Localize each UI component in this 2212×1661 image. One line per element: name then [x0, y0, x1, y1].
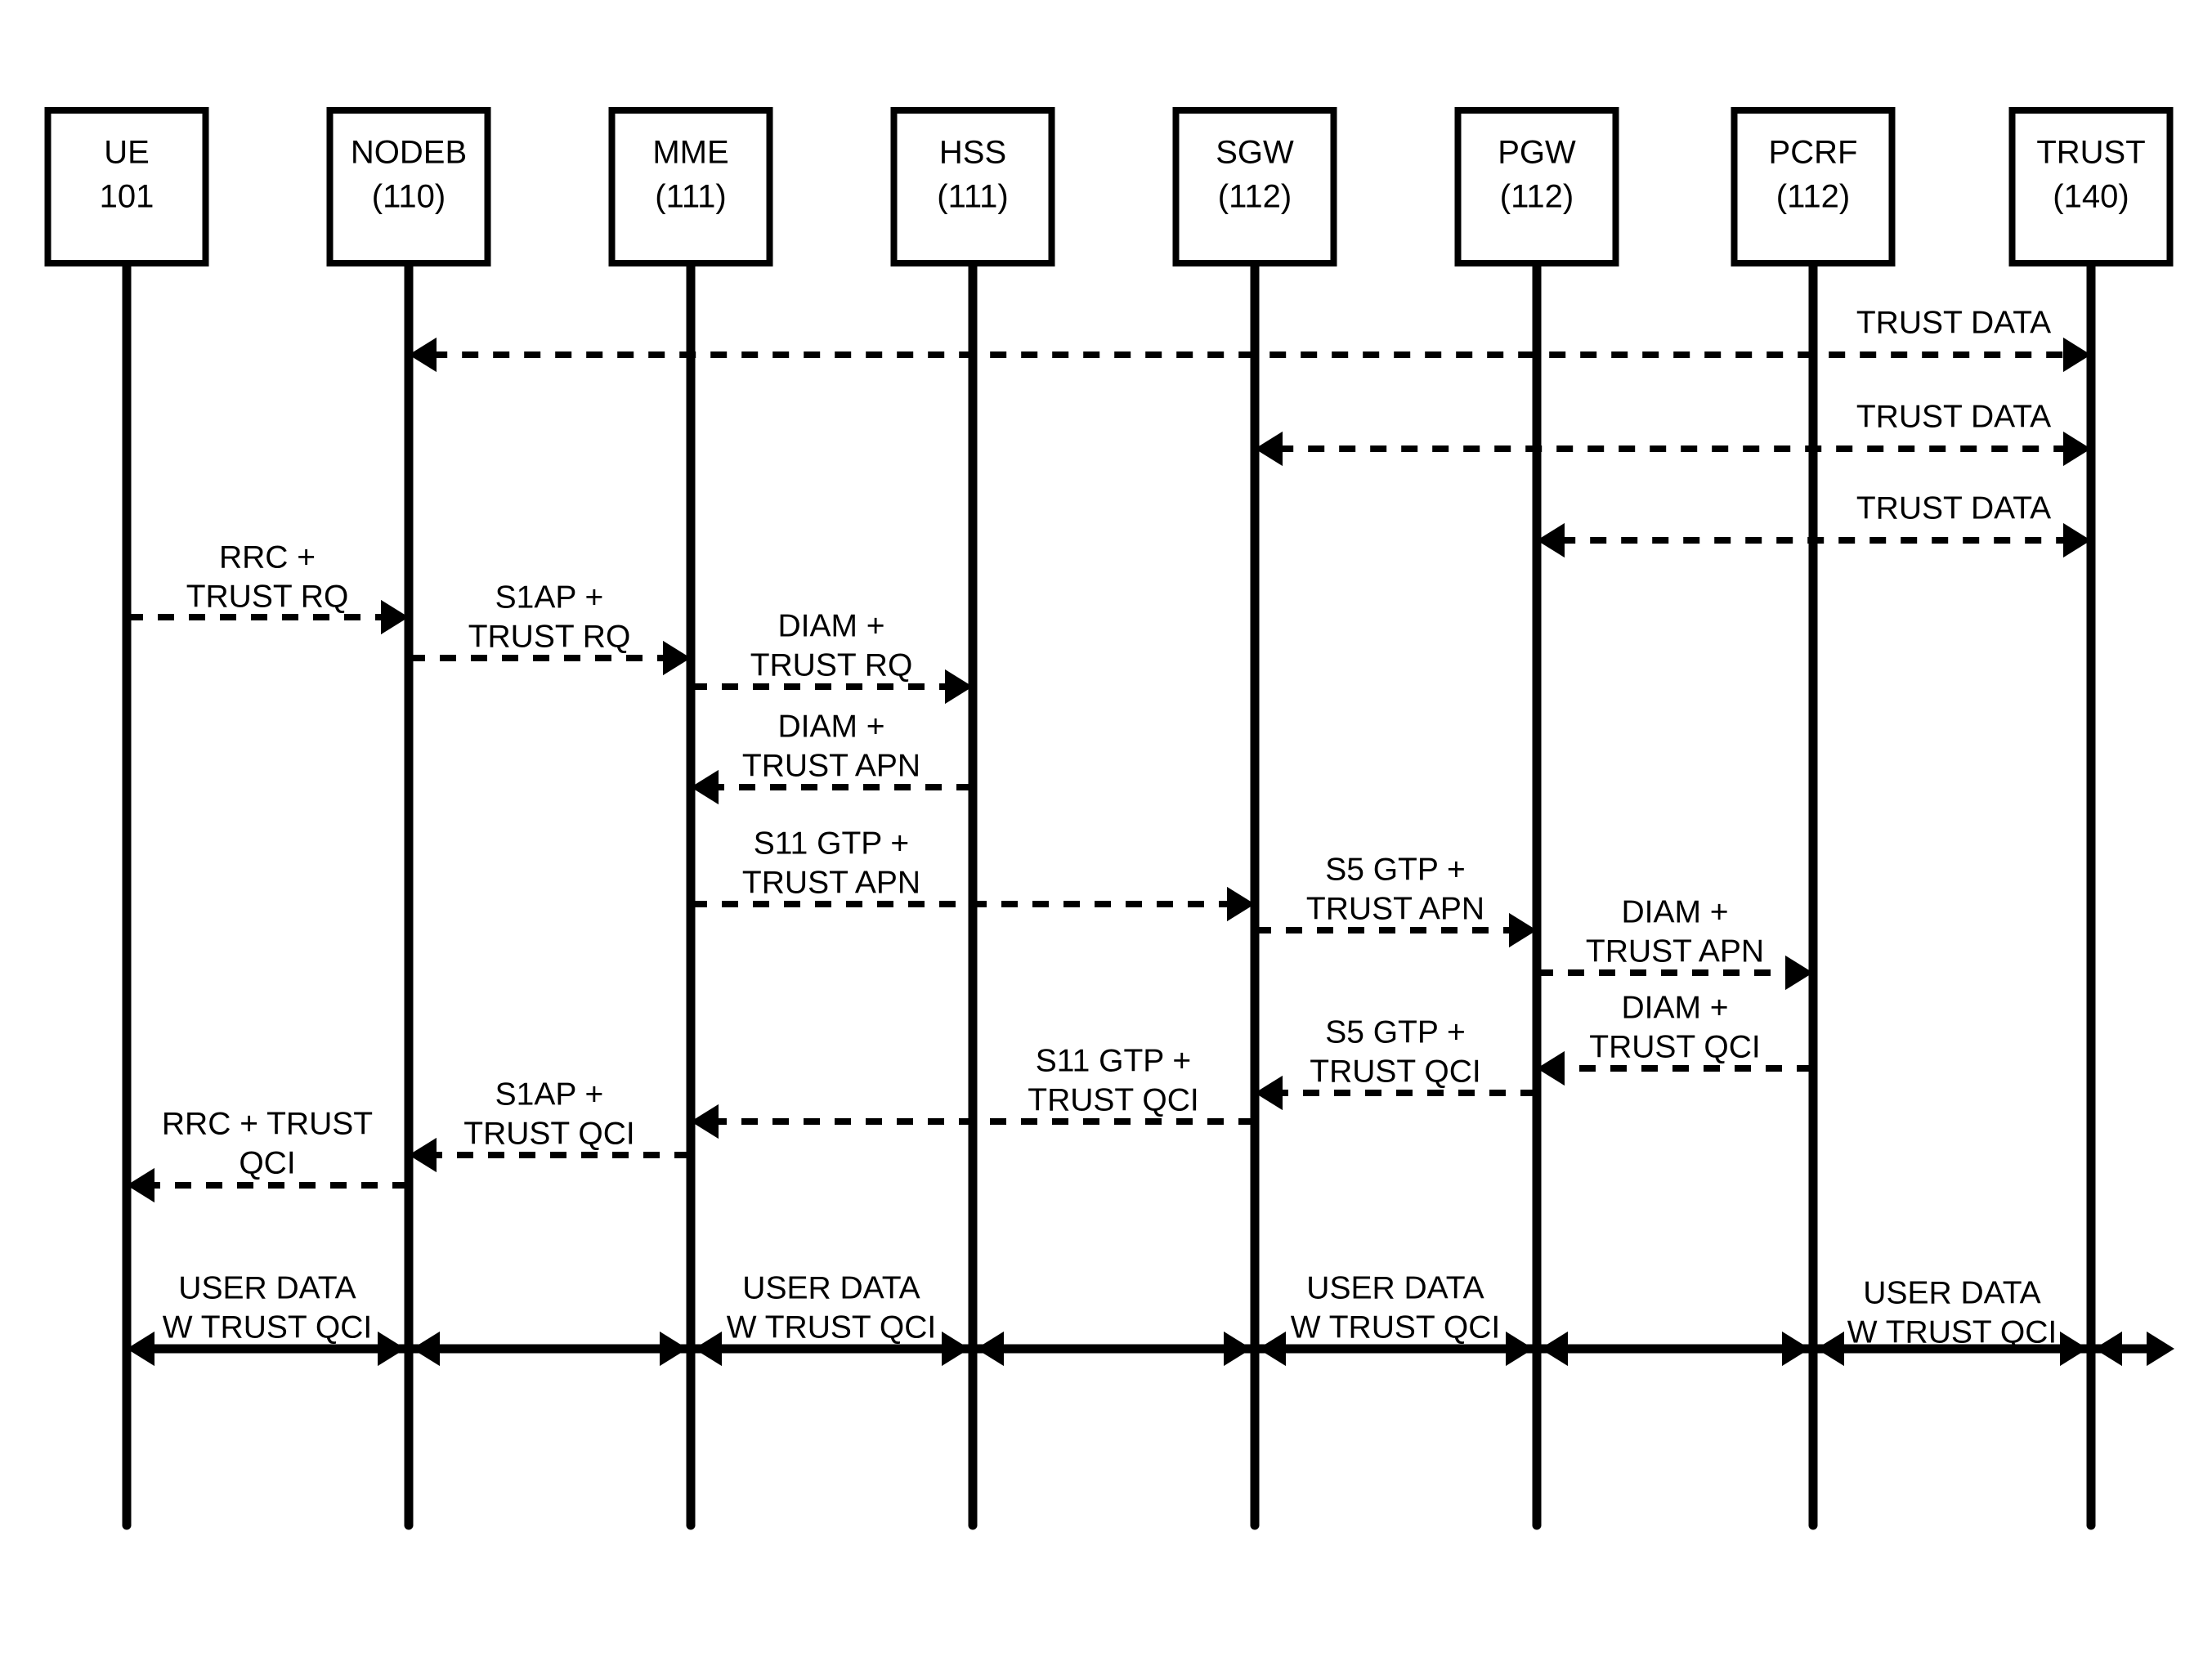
participant-box-ue[interactable]: UE 101 [44, 107, 209, 266]
message-label-m11-line-1: DIAM + [1621, 990, 1728, 1025]
participant-box-pcrf[interactable]: PCRF (112) [1731, 107, 1896, 266]
participant-box-hss[interactable]: HSS (111) [890, 107, 1055, 266]
message-label-m11-line-2: TRUST QCI [1589, 1029, 1760, 1064]
message-m7[interactable]: DIAM + TRUST APN [691, 709, 973, 805]
message-label-m1-line-1: TRUST DATA [1856, 305, 2051, 340]
user-data-label-ud3-line-1: USER DATA [1306, 1270, 1484, 1305]
participant-box-mme[interactable]: MME (111) [608, 107, 773, 266]
user-data-flow[interactable]: USER DATA W TRUST QCI USER DATA W TRUST QCI… [127, 1270, 2174, 1367]
message-label-m9-line-2: TRUST APN [1306, 891, 1484, 926]
message-m14[interactable]: S1AP + TRUST QCI [409, 1077, 691, 1173]
message-label-m2-line-1: TRUST DATA [1856, 399, 2051, 434]
user-data-label-ud1-line-2: W TRUST QCI [163, 1310, 372, 1345]
message-label-m15-line-1: RRC + TRUST [162, 1106, 373, 1141]
message-label-m8-line-2: TRUST APN [742, 865, 920, 900]
participant-name-pgw: PGW [1498, 135, 1576, 171]
participant-name-nodeb: NODEB [351, 135, 467, 171]
arrowhead-right [1224, 1331, 1252, 1367]
arrowhead-right [1782, 1331, 1810, 1367]
arrowhead-left [1258, 1331, 1286, 1367]
messages-layer: TRUST DATA TRUST DATA TRUST DATA RRC + TRUST… [127, 305, 2091, 1203]
lifelines-layer [122, 110, 2096, 1530]
message-label-m12-line-1: S5 GTP + [1325, 1014, 1466, 1050]
message-label-m5-line-2: TRUST RQ [468, 619, 631, 654]
arrowhead-right [378, 1331, 405, 1367]
message-m1[interactable]: TRUST DATA [409, 305, 2091, 373]
participant-box-sgw[interactable]: SGW (112) [1172, 107, 1337, 266]
message-label-m12-line-2: TRUST QCI [1310, 1054, 1480, 1089]
arrowhead-left [976, 1331, 1004, 1367]
arrowhead-left [1816, 1331, 1844, 1367]
sequence-diagram-canvas: TRUST DATA TRUST DATA TRUST DATA RRC + TRUST… [0, 0, 2212, 1661]
message-m2[interactable]: TRUST DATA [1255, 399, 2091, 467]
participant-ref-pcrf: (112) [1776, 179, 1850, 215]
message-m4[interactable]: RRC + TRUST RQ [127, 539, 409, 635]
message-label-m6-line-1: DIAM + [777, 608, 884, 643]
message-label-m7-line-2: TRUST APN [742, 748, 920, 783]
user-data-label-ud3-line-2: W TRUST QCI [1291, 1310, 1500, 1345]
arrowhead-left [1540, 1331, 1568, 1367]
message-m10[interactable]: DIAM + TRUST APN [1537, 894, 1813, 991]
participant-name-trust: TRUST [2036, 135, 2145, 171]
participant-box-nodeb[interactable]: NODEB (110) [326, 107, 491, 266]
arrowhead-right [660, 1331, 687, 1367]
user-data-label-ud4-line-2: W TRUST QCI [1847, 1314, 2057, 1350]
user-data-label-ud4-line-1: USER DATA [1863, 1275, 2040, 1310]
arrowhead-left [412, 1331, 440, 1367]
arrowhead-right [1506, 1331, 1534, 1367]
participant-name-mme: MME [652, 135, 728, 171]
participant-ref-hss: (111) [937, 179, 1008, 215]
message-label-m13-line-1: S11 GTP + [1036, 1043, 1191, 1078]
participant-ref-mme: (111) [655, 179, 726, 215]
participant-boxes-layer: UE101NODEB(110)MME(111)HSS(111)SGW(112)P… [44, 107, 2174, 266]
message-m11[interactable]: DIAM + TRUST QCI [1537, 990, 1813, 1086]
participant-ref-ue: 101 [100, 179, 154, 215]
message-label-m9-line-1: S5 GTP + [1325, 852, 1466, 887]
participant-ref-nodeb: (110) [372, 179, 446, 215]
message-label-m14-line-1: S1AP + [495, 1077, 604, 1112]
participant-name-pcrf: PCRF [1769, 135, 1858, 171]
arrowhead-left [694, 1331, 722, 1367]
arrowhead-left [2094, 1331, 2122, 1367]
message-m5[interactable]: S1AP + TRUST RQ [409, 580, 691, 676]
message-label-m6-line-2: TRUST RQ [750, 647, 913, 683]
message-m6[interactable]: DIAM + TRUST RQ [691, 608, 973, 705]
message-m12[interactable]: S5 GTP + TRUST QCI [1255, 1014, 1537, 1111]
participant-box-trust[interactable]: TRUST (140) [2008, 107, 2174, 266]
message-label-m4-line-1: RRC + [219, 539, 316, 575]
user-data-label-ud2-line-1: USER DATA [742, 1270, 920, 1305]
message-m15[interactable]: RRC + TRUST QCI [127, 1106, 409, 1203]
message-label-m13-line-2: TRUST QCI [1028, 1082, 1198, 1117]
arrowhead-right [2060, 1331, 2088, 1367]
participant-name-ue: UE [104, 135, 150, 171]
user-data-flow-layer: USER DATA W TRUST QCI USER DATA W TRUST QCI… [127, 1270, 2174, 1367]
user-data-label-ud1-line-1: USER DATA [178, 1270, 356, 1305]
message-label-m7-line-1: DIAM + [777, 709, 884, 744]
arrowhead-right [2147, 1331, 2174, 1367]
arrowhead-right [942, 1331, 969, 1367]
participant-ref-sgw: (112) [1218, 179, 1292, 215]
participant-name-hss: HSS [939, 135, 1006, 171]
message-label-m10-line-2: TRUST APN [1586, 933, 1764, 969]
message-m9[interactable]: S5 GTP + TRUST APN [1255, 852, 1537, 948]
message-label-m4-line-2: TRUST RQ [186, 579, 349, 614]
participant-ref-trust: (140) [2053, 179, 2129, 215]
participant-ref-pgw: (112) [1500, 179, 1574, 215]
message-label-m8-line-1: S11 GTP + [754, 826, 909, 861]
message-label-m10-line-1: DIAM + [1621, 894, 1728, 929]
user-data-label-ud2-line-2: W TRUST QCI [727, 1310, 936, 1345]
message-label-m14-line-2: TRUST QCI [463, 1116, 634, 1151]
message-label-m15-line-2: QCI [239, 1145, 295, 1180]
participant-box-pgw[interactable]: PGW (112) [1454, 107, 1619, 266]
sequence-diagram-svg: TRUST DATA TRUST DATA TRUST DATA RRC + TRUST… [44, 107, 2174, 1530]
participant-name-sgw: SGW [1216, 135, 1294, 171]
message-label-m5-line-1: S1AP + [495, 580, 604, 615]
message-label-m3-line-1: TRUST DATA [1856, 490, 2051, 526]
